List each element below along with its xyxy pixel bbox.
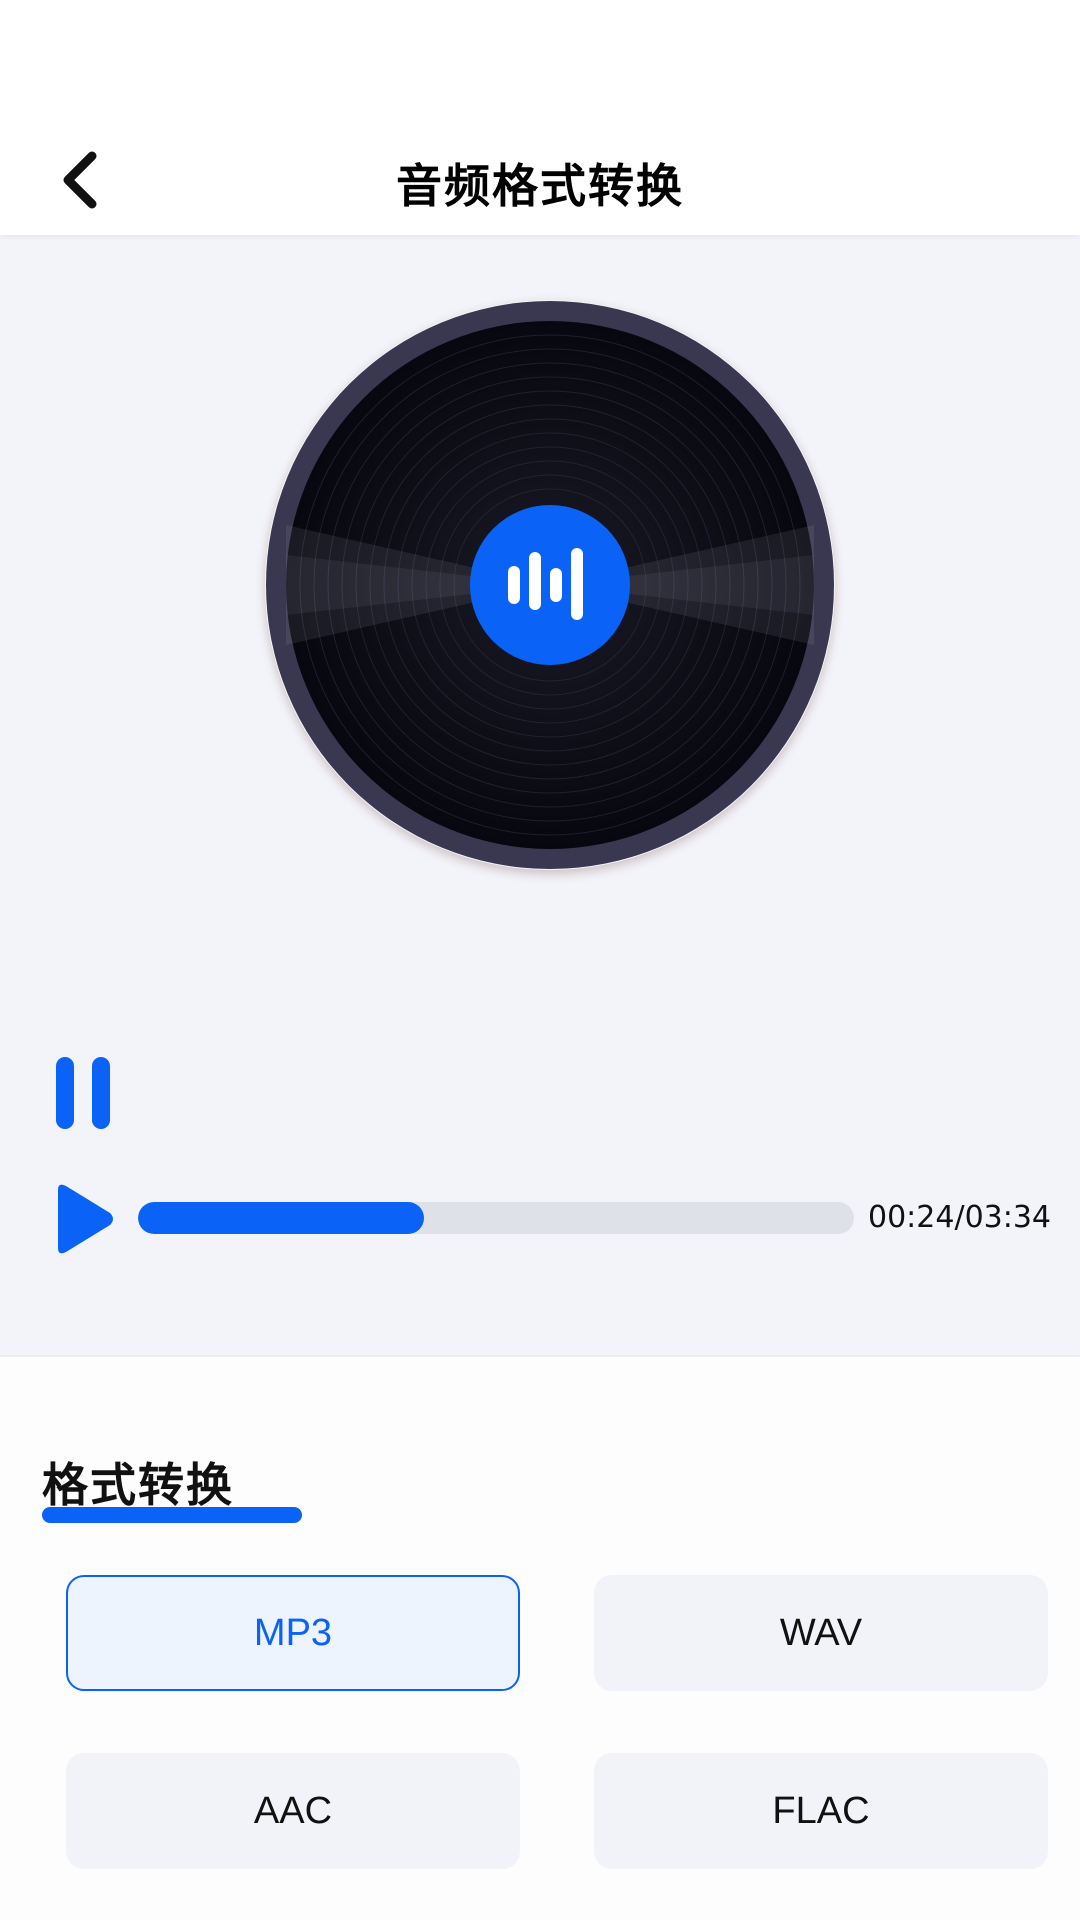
play-button[interactable] <box>52 1180 118 1258</box>
pause-button[interactable] <box>52 1053 118 1131</box>
progress-fill <box>138 1202 425 1234</box>
format-option-flac[interactable]: FLAC <box>594 1753 1048 1869</box>
top-bar: 音频格式转换 <box>0 0 1080 235</box>
page-title: 音频格式转换 <box>396 159 684 213</box>
vinyl-record-icon <box>266 301 834 869</box>
player-panel: 00:24/03:34 <box>0 235 1080 1355</box>
time-readout: 00:24/03:34 <box>868 1200 1052 1235</box>
format-option-wav[interactable]: WAV <box>594 1575 1048 1691</box>
format-option-aac[interactable]: AAC <box>66 1753 520 1869</box>
format-option-mp3[interactable]: MP3 <box>66 1575 520 1691</box>
section-title-underline <box>42 1507 302 1523</box>
format-section: 格式转换 MP3 WAV AAC FLAC <box>0 1355 1080 1920</box>
progress-bar[interactable] <box>138 1202 854 1234</box>
pause-icon <box>56 1057 110 1129</box>
app-screen: 音频格式转换 00:24/03:34 格式转换 MP3 WAV AAC FLAC <box>0 0 1080 1920</box>
play-icon <box>58 1184 113 1254</box>
section-title: 格式转换 <box>42 1458 234 1512</box>
